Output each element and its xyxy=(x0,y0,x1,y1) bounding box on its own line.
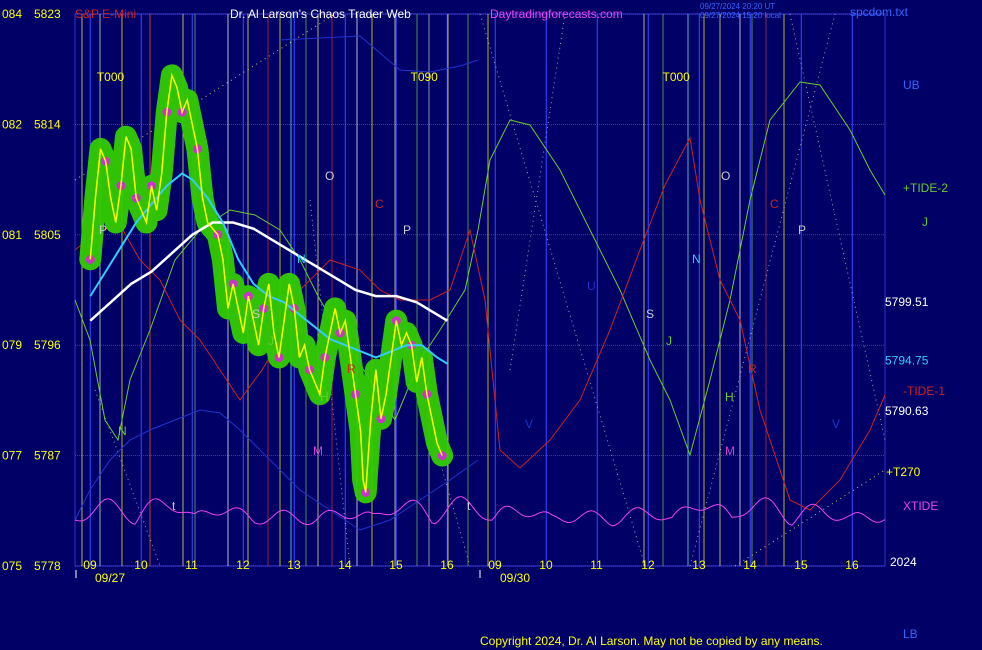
y-outer-tick-label: 075 xyxy=(2,559,22,573)
time-marker-label: T090 xyxy=(411,70,439,84)
right-value-label: 5794.75 xyxy=(885,354,929,368)
y-outer-tick-label: 084 xyxy=(2,7,22,21)
letter-marker: C xyxy=(770,197,779,211)
y-outer-tick-label: 081 xyxy=(2,228,22,242)
x-tick-label: 11 xyxy=(590,558,603,572)
right-value-label: 5799.51 xyxy=(885,295,929,309)
timestamp-local: 09/27/2024 15:20 local xyxy=(700,11,781,20)
year-label: 2024 xyxy=(890,555,917,569)
letter-marker: R xyxy=(347,362,356,376)
x-tick-label: 12 xyxy=(236,558,250,572)
y-outer-tick-label: 077 xyxy=(2,449,22,463)
timestamp-ut: 09/27/2024 20:20 UT xyxy=(700,2,775,11)
letter-marker: P xyxy=(99,223,107,237)
chaos-trader-chart: S&P E-Mini Dr. Al Larson's Chaos Trader … xyxy=(0,0,982,650)
y-tick-label: 5805 xyxy=(34,228,61,242)
right-value-label: 5790.63 xyxy=(885,404,929,418)
y-tick-label: 5814 xyxy=(34,117,61,131)
x-tick-label: 12 xyxy=(641,558,655,572)
letter-marker: U xyxy=(587,279,596,293)
letter-marker: S xyxy=(252,307,260,321)
x-tick-label: 11 xyxy=(185,558,198,572)
j-label: J xyxy=(922,215,928,229)
symbol-label: S&P E-Mini xyxy=(75,7,136,21)
letter-marker: C xyxy=(375,197,384,211)
x-tick-label: 09 xyxy=(83,558,97,572)
letter-marker: O xyxy=(325,169,334,183)
tide2-label: +TIDE-2 xyxy=(903,181,948,195)
x-tick-label: 16 xyxy=(440,558,454,572)
x-tick-label: 15 xyxy=(389,558,403,572)
lb-label: LB xyxy=(903,627,918,641)
site-label: Daytradingforecasts.com xyxy=(490,7,623,21)
y-tick-label: 5796 xyxy=(34,338,61,352)
letter-marker: S xyxy=(646,307,654,321)
chart-background xyxy=(0,0,982,650)
letter-marker: R xyxy=(748,362,757,376)
letter-marker: P xyxy=(403,223,411,237)
x-tick-label: 16 xyxy=(845,558,859,572)
t270-label: +T270 xyxy=(886,465,921,479)
x-tick-label: 15 xyxy=(794,558,808,572)
y-tick-label: 5787 xyxy=(34,449,61,463)
date-label: 09/27 xyxy=(95,571,125,585)
xtide-label: XTIDE xyxy=(903,499,938,513)
time-marker-label: T000 xyxy=(663,70,691,84)
letter-marker: N xyxy=(692,252,701,266)
date-label: 09/30 xyxy=(500,571,530,585)
letter-marker: V xyxy=(832,417,840,431)
file-label: spcdom.txt xyxy=(850,5,909,19)
copyright-text: Copyright 2024, Dr. Al Larson. May not b… xyxy=(480,634,823,648)
letter-marker: N xyxy=(118,424,127,438)
letter-marker: N xyxy=(297,252,306,266)
x-tick-label: 10 xyxy=(539,558,553,572)
x-tick-label: 14 xyxy=(743,558,757,572)
letter-marker: O xyxy=(721,169,730,183)
letter-marker: V xyxy=(525,417,533,431)
x-tick-label: 13 xyxy=(692,558,706,572)
ub-label: UB xyxy=(903,78,920,92)
x-tick-label: 14 xyxy=(338,558,352,572)
y-tick-label: 5778 xyxy=(34,559,61,573)
time-marker-label: T000 xyxy=(97,70,125,84)
y-outer-tick-label: 082 xyxy=(2,117,22,131)
y-tick-label: 5823 xyxy=(34,7,61,21)
x-tick-label: 10 xyxy=(134,558,148,572)
letter-marker: M xyxy=(725,444,735,458)
letter-marker: J xyxy=(268,334,274,348)
tide1-label: -TIDE-1 xyxy=(903,384,945,398)
x-tick-label: 13 xyxy=(287,558,301,572)
x-tick-label: 09 xyxy=(488,558,502,572)
letter-marker: H xyxy=(725,390,734,404)
chart-title: Dr. Al Larson's Chaos Trader Web xyxy=(230,7,411,21)
letter-marker: P xyxy=(798,223,806,237)
letter-marker: H xyxy=(320,390,329,404)
y-outer-tick-label: 079 xyxy=(2,338,22,352)
letter-marker: M xyxy=(313,444,323,458)
letter-marker: J xyxy=(666,334,672,348)
